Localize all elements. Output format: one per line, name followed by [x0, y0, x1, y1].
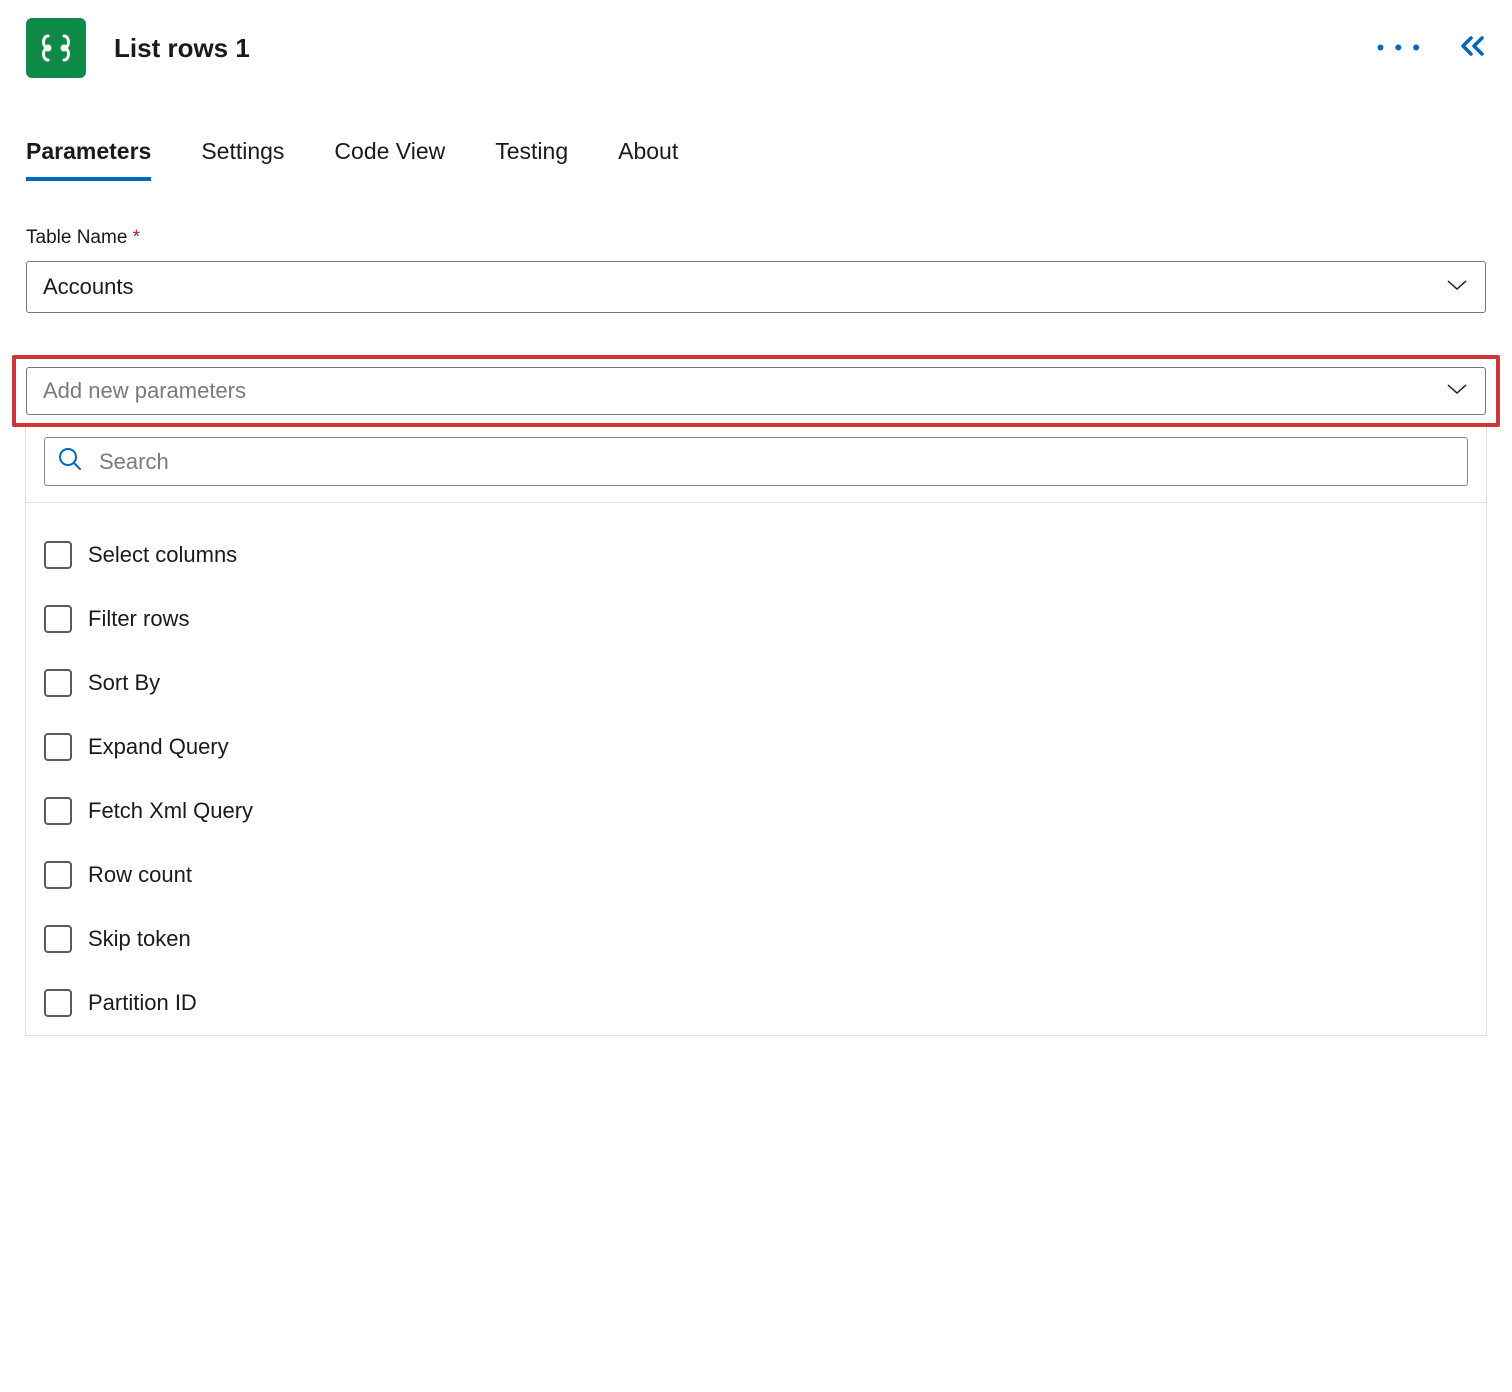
add-parameters-highlight: Add new parameters — [12, 355, 1500, 427]
option-label: Expand Query — [88, 734, 229, 760]
option-sort-by[interactable]: Sort By — [44, 651, 1468, 715]
table-name-label: Table Name * — [26, 227, 1486, 249]
tab-code-view[interactable]: Code View — [334, 138, 445, 181]
checkbox[interactable] — [44, 541, 72, 569]
table-name-value: Accounts — [43, 274, 134, 300]
option-fetch-xml-query[interactable]: Fetch Xml Query — [44, 779, 1468, 843]
tab-testing[interactable]: Testing — [495, 138, 568, 181]
option-row-count[interactable]: Row count — [44, 843, 1468, 907]
option-label: Filter rows — [88, 606, 189, 632]
checkbox[interactable] — [44, 669, 72, 697]
tab-parameters[interactable]: Parameters — [26, 138, 151, 181]
panel-header: List rows 1 • • • — [26, 18, 1486, 78]
table-name-field: Table Name * Accounts — [26, 227, 1486, 313]
search-row — [26, 427, 1486, 503]
add-parameters-dropdown[interactable]: Add new parameters — [26, 367, 1486, 415]
panel-title: List rows 1 — [114, 33, 250, 64]
add-parameters-placeholder: Add new parameters — [43, 378, 246, 404]
checkbox[interactable] — [44, 605, 72, 633]
option-expand-query[interactable]: Expand Query — [44, 715, 1468, 779]
add-parameters-panel: Select columns Filter rows Sort By Expan… — [25, 427, 1487, 1036]
more-icon[interactable]: • • • — [1377, 35, 1422, 61]
option-label: Skip token — [88, 926, 191, 952]
search-input[interactable] — [99, 449, 1455, 475]
option-label: Select columns — [88, 542, 237, 568]
option-skip-token[interactable]: Skip token — [44, 907, 1468, 971]
connector-icon — [26, 18, 86, 78]
chevron-down-icon — [1445, 382, 1469, 401]
tab-about[interactable]: About — [618, 138, 678, 181]
option-label: Sort By — [88, 670, 160, 696]
tab-bar: Parameters Settings Code View Testing Ab… — [26, 138, 1486, 181]
required-asterisk: * — [133, 227, 140, 248]
checkbox[interactable] — [44, 797, 72, 825]
tab-settings[interactable]: Settings — [201, 138, 284, 181]
checkbox[interactable] — [44, 861, 72, 889]
option-label: Fetch Xml Query — [88, 798, 253, 824]
option-select-columns[interactable]: Select columns — [44, 523, 1468, 587]
option-filter-rows[interactable]: Filter rows — [44, 587, 1468, 651]
header-actions: • • • — [1377, 35, 1486, 62]
table-name-dropdown[interactable]: Accounts — [26, 261, 1486, 313]
option-label: Row count — [88, 862, 192, 888]
option-label: Partition ID — [88, 990, 197, 1016]
option-partition-id[interactable]: Partition ID — [44, 971, 1468, 1035]
header-left: List rows 1 — [26, 18, 250, 78]
collapse-icon[interactable] — [1458, 35, 1486, 62]
checkbox[interactable] — [44, 733, 72, 761]
parameter-options-list: Select columns Filter rows Sort By Expan… — [26, 503, 1486, 1035]
search-icon — [57, 446, 83, 477]
chevron-down-icon — [1445, 278, 1469, 297]
search-box[interactable] — [44, 437, 1468, 486]
checkbox[interactable] — [44, 925, 72, 953]
checkbox[interactable] — [44, 989, 72, 1017]
